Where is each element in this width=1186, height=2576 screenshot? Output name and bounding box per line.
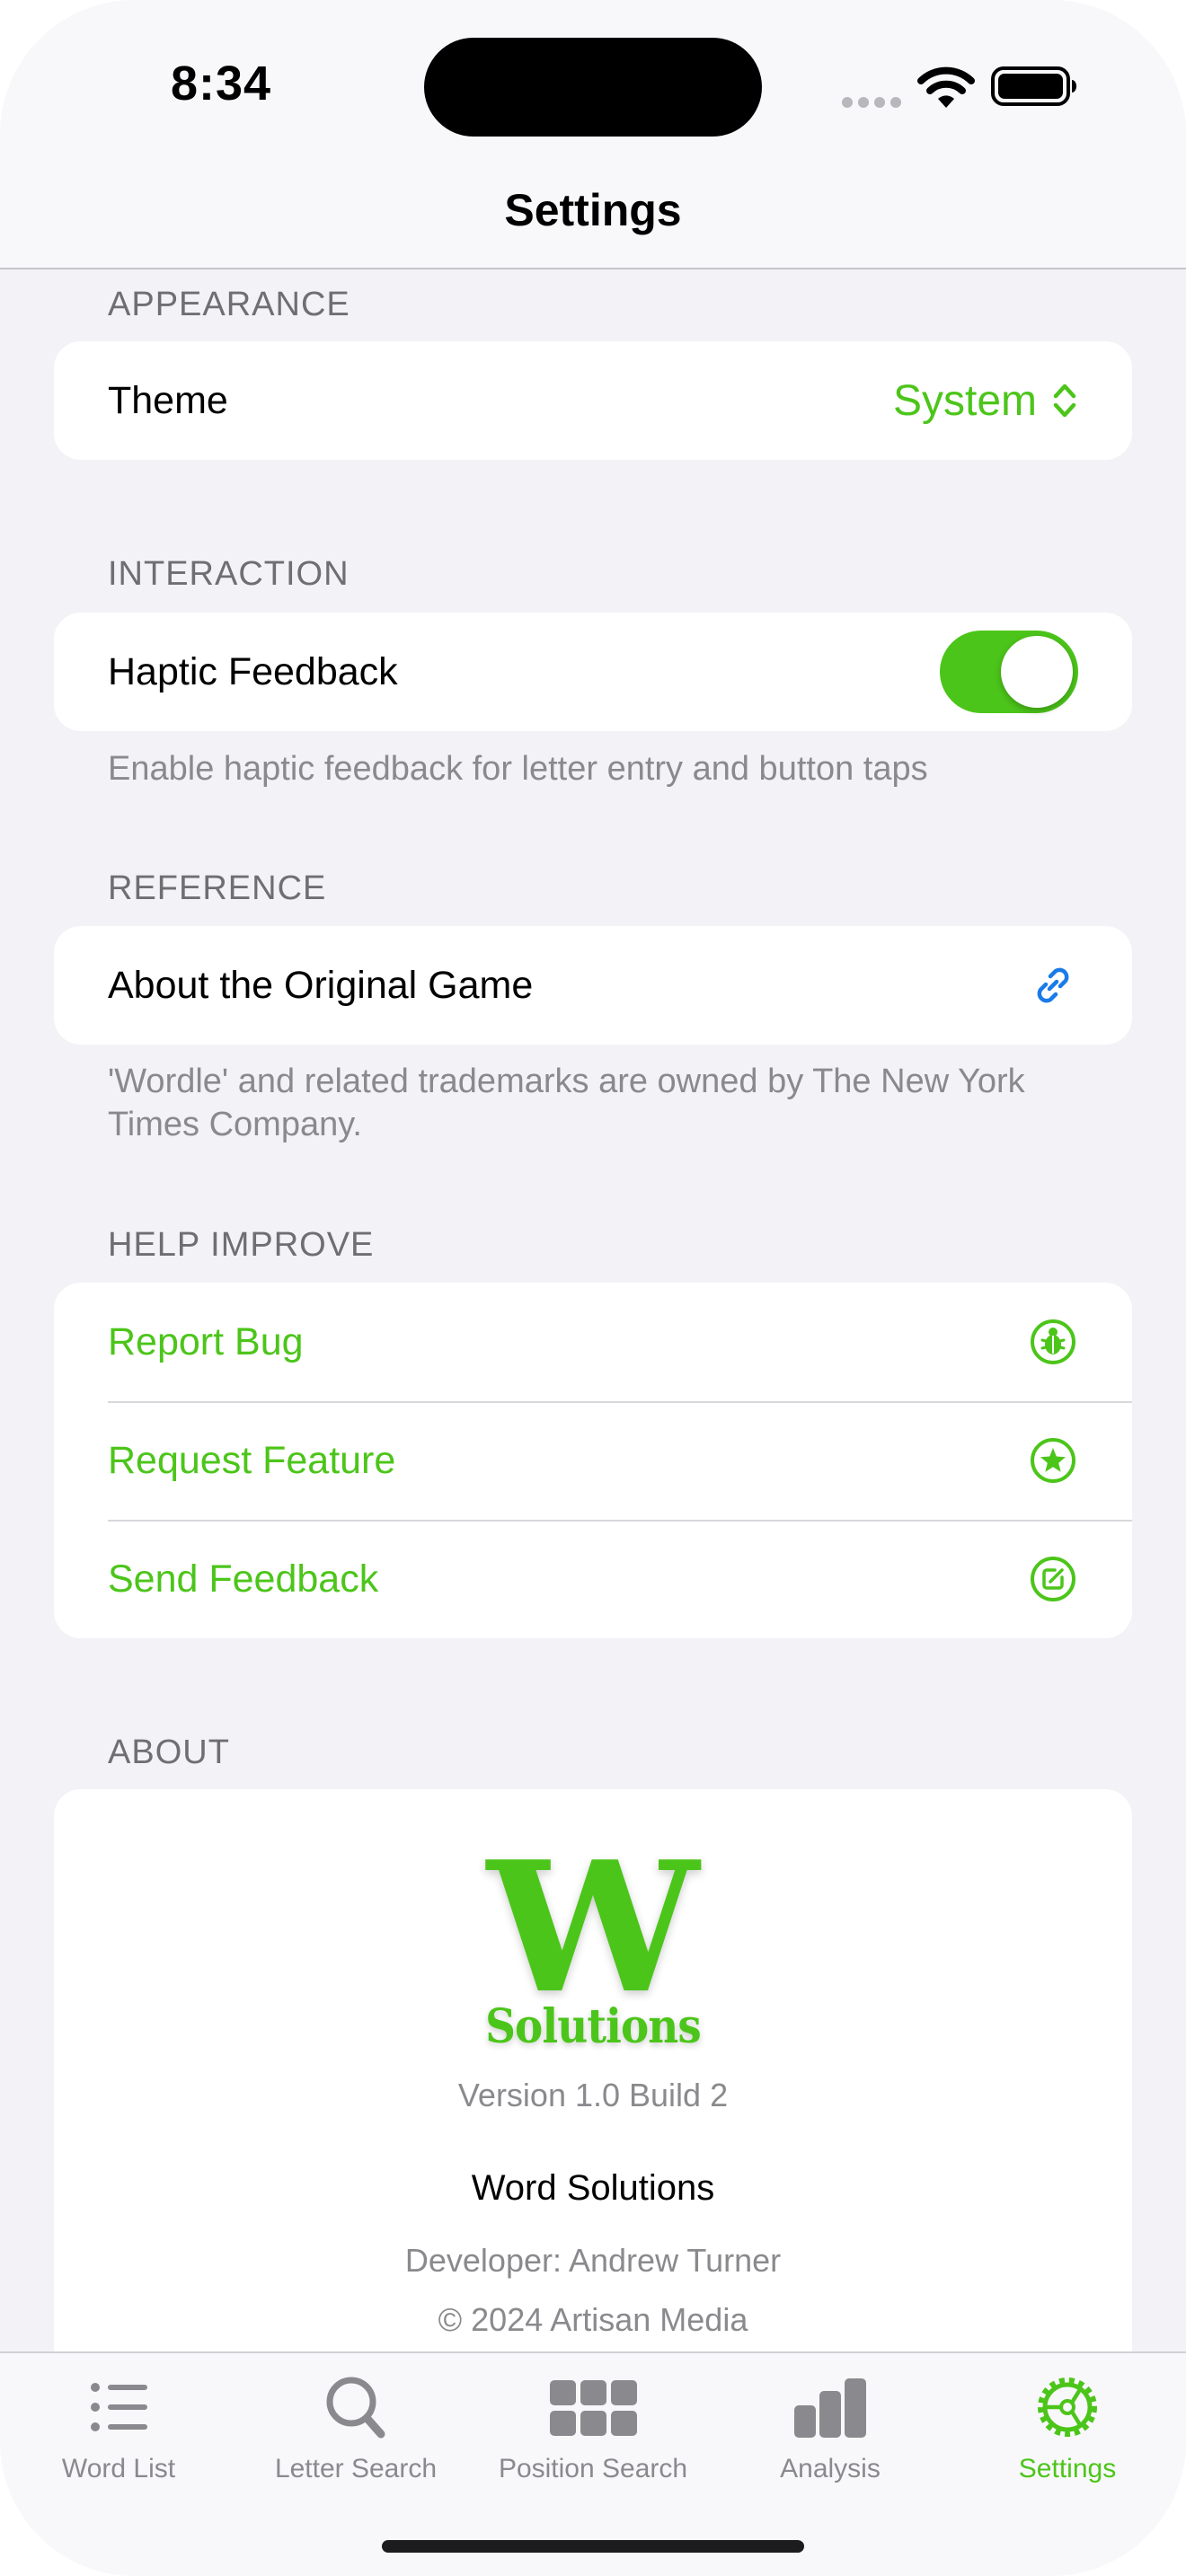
ladybug-icon bbox=[1031, 1319, 1075, 1364]
tab-label: Position Search bbox=[498, 2454, 688, 2483]
link-icon bbox=[1037, 967, 1069, 1003]
help-header: HELP IMPROVE bbox=[108, 1226, 375, 1264]
device-screen: APPEARANCE Theme System INTERACTION Hapt… bbox=[0, 0, 1186, 2576]
status-bar: 8:34 bbox=[0, 0, 1186, 171]
app-name: Word Solutions bbox=[471, 2168, 715, 2208]
compose-icon bbox=[1031, 1557, 1075, 1601]
haptic-footer: Enable haptic feedback for letter entry … bbox=[108, 750, 928, 788]
report-bug-label: Report Bug bbox=[108, 1319, 304, 1363]
appearance-card: Theme System bbox=[54, 341, 1132, 460]
haptic-label: Haptic Feedback bbox=[108, 649, 398, 693]
tab-label: Letter Search bbox=[274, 2454, 438, 2483]
interaction-card: Haptic Feedback bbox=[54, 613, 1132, 731]
request-feature-row[interactable]: Request Feature bbox=[54, 1401, 1132, 1520]
dynamic-island bbox=[424, 38, 762, 137]
appearance-header: APPEARANCE bbox=[108, 286, 350, 323]
status-time: 8:34 bbox=[171, 57, 272, 110]
about-game-row[interactable]: About the Original Game bbox=[54, 926, 1132, 1045]
help-card: Report Bug Request Feature Send Feedback bbox=[54, 1283, 1132, 1638]
developer-text: Developer: Andrew Turner bbox=[404, 2242, 782, 2279]
reference-header: REFERENCE bbox=[108, 869, 327, 907]
cellular-signal-icon bbox=[842, 97, 901, 108]
wifi-icon bbox=[917, 66, 975, 108]
tab-analysis[interactable]: Analysis bbox=[712, 2353, 949, 2506]
request-feature-label: Request Feature bbox=[108, 1438, 396, 1482]
interaction-header: INTERACTION bbox=[108, 555, 350, 593]
tab-label: Analysis bbox=[780, 2454, 881, 2483]
copyright-text: © 2024 Artisan Media bbox=[438, 2301, 748, 2338]
toggle-knob bbox=[1001, 636, 1073, 708]
send-feedback-label: Send Feedback bbox=[108, 1557, 379, 1601]
haptic-row: Haptic Feedback bbox=[54, 613, 1132, 731]
chevron-up-down-icon bbox=[1053, 384, 1076, 418]
bar-chart-icon bbox=[794, 2378, 866, 2438]
theme-label: Theme bbox=[108, 378, 228, 422]
page-title: Settings bbox=[504, 185, 682, 235]
tab-settings[interactable]: Settings bbox=[949, 2353, 1186, 2506]
magnifier-icon bbox=[326, 2377, 385, 2439]
about-header: ABOUT bbox=[108, 1734, 230, 1771]
battery-icon bbox=[991, 66, 1076, 106]
tab-word-list[interactable]: Word List bbox=[0, 2353, 237, 2506]
send-feedback-row[interactable]: Send Feedback bbox=[54, 1520, 1132, 1638]
home-indicator[interactable] bbox=[382, 2540, 804, 2553]
list-icon bbox=[91, 2383, 147, 2431]
tab-label: Word List bbox=[61, 2454, 176, 2483]
tab-position-search[interactable]: Position Search bbox=[474, 2353, 712, 2506]
trademark-footer: 'Wordle' and related trademarks are owne… bbox=[108, 1063, 1025, 1143]
haptic-toggle[interactable] bbox=[940, 631, 1078, 713]
version-text: Version 1.0 Build 2 bbox=[457, 2077, 729, 2113]
theme-row[interactable]: Theme System bbox=[54, 341, 1132, 460]
theme-value: System bbox=[892, 376, 1037, 425]
about-game-label: About the Original Game bbox=[108, 963, 534, 1007]
logo-letter: W bbox=[487, 1822, 699, 2033]
gear-icon bbox=[1038, 2378, 1097, 2437]
reference-card: About the Original Game bbox=[54, 926, 1132, 1045]
report-bug-row[interactable]: Report Bug bbox=[54, 1283, 1132, 1401]
grid-icon bbox=[550, 2380, 637, 2436]
app-logo: W Solutions bbox=[54, 1822, 1132, 2055]
star-circle-icon bbox=[1031, 1438, 1075, 1483]
theme-picker[interactable]: System bbox=[893, 376, 1078, 426]
tab-letter-search[interactable]: Letter Search bbox=[237, 2353, 474, 2506]
logo-subtitle: Solutions bbox=[485, 1999, 702, 2054]
tab-label: Settings bbox=[1018, 2454, 1117, 2483]
